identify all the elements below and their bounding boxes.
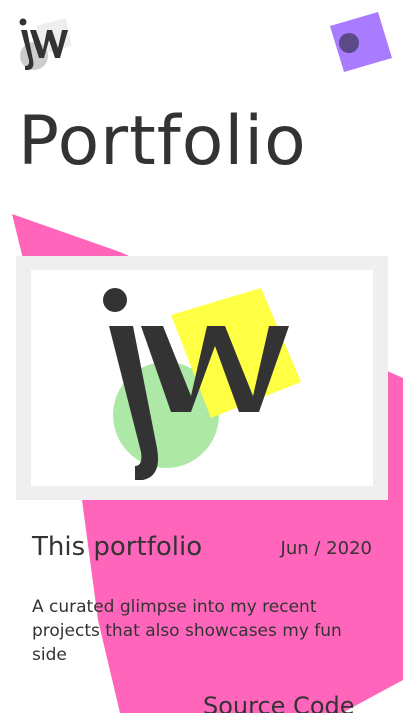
- menu-toggle-icon: [330, 12, 392, 72]
- source-code-link[interactable]: Source Code: [203, 692, 355, 713]
- project-title[interactable]: This portfolio: [32, 532, 202, 562]
- jw-logo-icon: [19, 18, 72, 70]
- home-logo-link[interactable]: [14, 16, 74, 72]
- menu-toggle-button[interactable]: [328, 12, 394, 74]
- project-card[interactable]: [16, 256, 388, 500]
- project-image: [31, 270, 373, 486]
- project-date: Jun / 2020: [280, 538, 372, 559]
- page-title: Portfolio: [18, 102, 307, 181]
- project-description: A curated glimpse into my recent project…: [32, 597, 342, 665]
- jw-logo-icon: [103, 288, 301, 480]
